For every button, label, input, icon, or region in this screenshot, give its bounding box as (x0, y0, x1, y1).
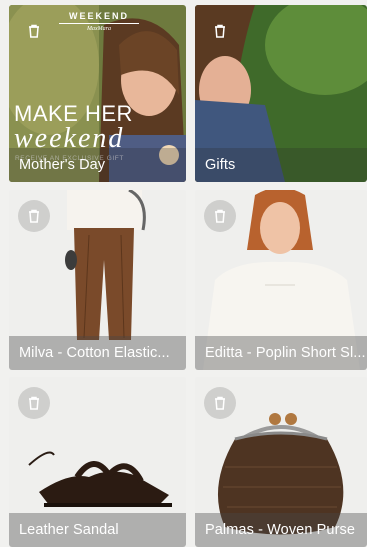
card-caption: Palmas - Woven Purse (195, 513, 367, 547)
trash-icon (29, 24, 39, 38)
card-gifts[interactable]: Gifts (195, 5, 367, 182)
remove-favorite-button[interactable] (204, 15, 236, 47)
remove-favorite-button[interactable] (204, 200, 236, 232)
trash-icon (215, 396, 225, 410)
card-caption: Gifts (195, 148, 367, 182)
card-caption: Editta - Poplin Short Sl... (195, 336, 367, 370)
trash-icon (29, 209, 39, 223)
trash-icon (215, 24, 225, 38)
remove-favorite-button[interactable] (18, 387, 50, 419)
card-milva[interactable]: Milva - Cotton Elastic... (9, 190, 186, 370)
card-caption: Milva - Cotton Elastic... (9, 336, 186, 370)
card-mothers-day[interactable]: WEEKEND MaxMara MAKE HER weekend RECEIVE… (9, 5, 186, 182)
brand-logo: WEEKEND MaxMara (59, 11, 139, 32)
card-caption: Mother's Day (9, 148, 186, 182)
remove-favorite-button[interactable] (18, 200, 50, 232)
card-palmas[interactable]: Palmas - Woven Purse (195, 377, 367, 547)
remove-favorite-button[interactable] (18, 15, 50, 47)
card-caption: Leather Sandal (9, 513, 186, 547)
trash-icon (29, 396, 39, 410)
card-leather-sandal[interactable]: Leather Sandal (9, 377, 186, 547)
trash-icon (215, 209, 225, 223)
card-editta[interactable]: Editta - Poplin Short Sl... (195, 190, 367, 370)
favorites-grid: WEEKEND MaxMara MAKE HER weekend RECEIVE… (9, 5, 367, 547)
remove-favorite-button[interactable] (204, 387, 236, 419)
